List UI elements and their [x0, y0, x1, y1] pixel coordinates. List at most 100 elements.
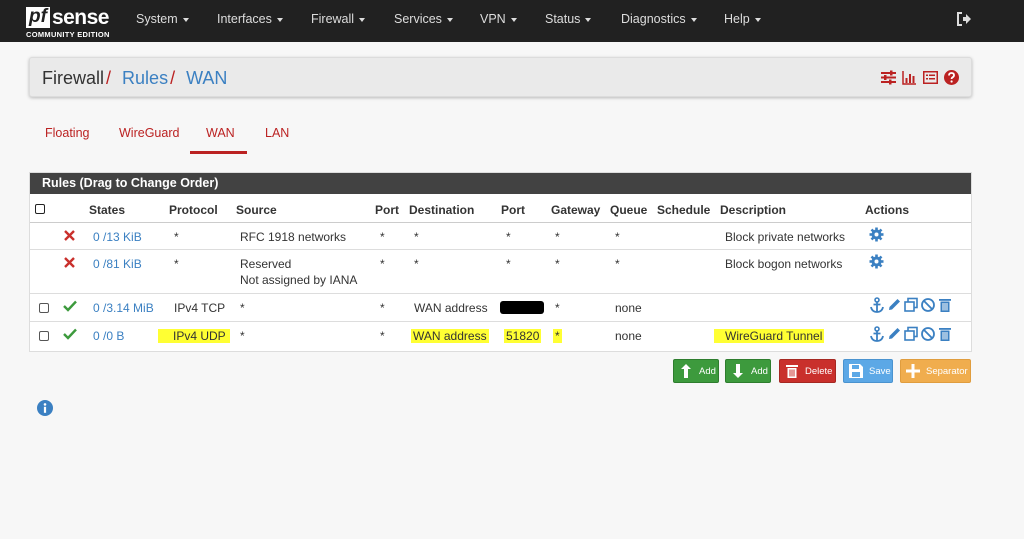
- breadcrumb-firewall: Firewall: [42, 68, 105, 88]
- states-link[interactable]: 0 /0 B: [93, 329, 124, 343]
- breadcrumb-wan[interactable]: WAN: [186, 68, 227, 88]
- block-x-icon: [64, 230, 75, 241]
- nav-services[interactable]: Services: [394, 12, 453, 26]
- disable-ban-icon[interactable]: [920, 326, 936, 342]
- col-queue: Queue: [610, 203, 648, 217]
- breadcrumb-rules[interactable]: Rules: [122, 68, 168, 88]
- nav-label: Services: [394, 12, 442, 26]
- gateway-cell: *: [555, 301, 560, 315]
- save-label: Save: [869, 365, 891, 377]
- source-cell: *: [240, 301, 245, 315]
- trash-icon[interactable]: [937, 297, 953, 313]
- col-states: States: [89, 203, 126, 217]
- gear-icon[interactable]: [869, 227, 884, 242]
- trash-icon[interactable]: [937, 326, 953, 342]
- rules-table: Rules (Drag to Change Order) States Prot…: [29, 172, 972, 352]
- caret-down-icon: [276, 17, 283, 22]
- active-tab-indicator: [190, 151, 247, 154]
- caret-down-icon: [690, 17, 697, 22]
- add-rule-bottom-button[interactable]: Add: [725, 359, 771, 383]
- nav-label: Firewall: [311, 12, 355, 26]
- save-button[interactable]: Save: [843, 359, 893, 383]
- destination-cell: *: [414, 230, 419, 244]
- nav-help[interactable]: Help: [724, 12, 761, 26]
- bar-chart-icon[interactable]: [902, 70, 917, 85]
- nav-diagnostics[interactable]: Diagnostics: [621, 12, 697, 26]
- col-gateway: Gateway: [551, 203, 601, 217]
- nav-label: Diagnostics: [621, 12, 686, 26]
- protocol-cell: IPv4 UDP: [158, 329, 230, 343]
- delete-button[interactable]: Delete: [779, 359, 836, 383]
- description-cell: Block bogon networks: [725, 257, 843, 271]
- copy-icon[interactable]: [903, 326, 919, 342]
- edit-pencil-icon[interactable]: [886, 297, 902, 313]
- queue-cell: *: [615, 257, 620, 271]
- plus-icon: [906, 364, 920, 378]
- gateway-cell: *: [553, 329, 562, 343]
- tab-lan[interactable]: LAN: [265, 126, 289, 140]
- pass-check-icon: [63, 300, 77, 312]
- block-x-icon: [64, 257, 75, 268]
- col-src-port: Port: [375, 203, 399, 217]
- select-all-checkbox[interactable]: [35, 204, 45, 214]
- col-dst-port: Port: [501, 203, 525, 217]
- dst-port-cell: 51820: [504, 329, 542, 343]
- tab-floating[interactable]: Floating: [45, 126, 89, 140]
- row-actions: [869, 326, 953, 342]
- col-protocol: Protocol: [169, 203, 218, 217]
- separator-label: Separator: [926, 365, 968, 377]
- caret-down-icon: [446, 17, 453, 22]
- nav-vpn[interactable]: VPN: [480, 12, 517, 26]
- caret-down-icon: [585, 17, 592, 22]
- source-cell: *: [240, 329, 245, 343]
- nav-label: Help: [724, 12, 750, 26]
- copy-icon[interactable]: [903, 297, 919, 313]
- src-port-cell: *: [380, 257, 385, 271]
- col-description: Description: [720, 203, 787, 217]
- help-question-icon[interactable]: [944, 70, 959, 85]
- tab-wan[interactable]: WAN: [206, 126, 235, 140]
- source-note-cell: Not assigned by IANA: [240, 273, 358, 287]
- row-actions: [869, 297, 953, 313]
- logout-icon[interactable]: [956, 11, 972, 27]
- row-checkbox[interactable]: [39, 303, 49, 313]
- source-cell: Reserved: [240, 257, 292, 271]
- separator-button[interactable]: Separator: [900, 359, 971, 383]
- nav-label: System: [136, 12, 178, 26]
- nav-status[interactable]: Status: [545, 12, 592, 26]
- breadcrumb: Firewall / Rules / WAN: [42, 68, 227, 89]
- delete-label: Delete: [805, 365, 833, 377]
- gear-icon[interactable]: [869, 254, 884, 269]
- nav-interfaces[interactable]: Interfaces: [217, 12, 283, 26]
- states-link[interactable]: 0 /3.14 MiB: [93, 301, 154, 315]
- nav-firewall[interactable]: Firewall: [311, 12, 366, 26]
- gateway-cell: *: [555, 257, 560, 271]
- col-source: Source: [236, 203, 277, 217]
- arrow-up-icon: [681, 364, 691, 378]
- edit-pencil-icon[interactable]: [886, 326, 902, 342]
- save-floppy-icon: [849, 364, 863, 378]
- list-icon[interactable]: [923, 70, 938, 85]
- logo-pf-text: pf: [26, 7, 50, 28]
- src-port-cell: *: [380, 301, 385, 315]
- col-destination: Destination: [409, 203, 475, 217]
- states-link[interactable]: 0 /81 KiB: [93, 257, 142, 271]
- add-bottom-label: Add: [751, 365, 768, 377]
- anchor-icon[interactable]: [869, 297, 885, 313]
- info-icon[interactable]: [37, 400, 53, 416]
- protocol-cell: *: [174, 257, 179, 271]
- sliders-icon[interactable]: [881, 70, 896, 85]
- queue-cell: none: [615, 329, 642, 343]
- caret-down-icon: [359, 17, 366, 22]
- queue-cell: none: [615, 301, 642, 315]
- states-link[interactable]: 0 /13 KiB: [93, 230, 142, 244]
- disable-ban-icon[interactable]: [920, 297, 936, 313]
- add-rule-top-button[interactable]: Add: [673, 359, 719, 383]
- anchor-icon[interactable]: [869, 326, 885, 342]
- nav-system[interactable]: System: [136, 12, 189, 26]
- pfsense-logo[interactable]: pf sense COMMUNITY EDITION: [26, 4, 112, 39]
- row-checkbox[interactable]: [39, 331, 49, 341]
- tab-wireguard[interactable]: WireGuard: [119, 126, 179, 140]
- row-divider: [30, 293, 971, 294]
- gateway-cell: *: [555, 230, 560, 244]
